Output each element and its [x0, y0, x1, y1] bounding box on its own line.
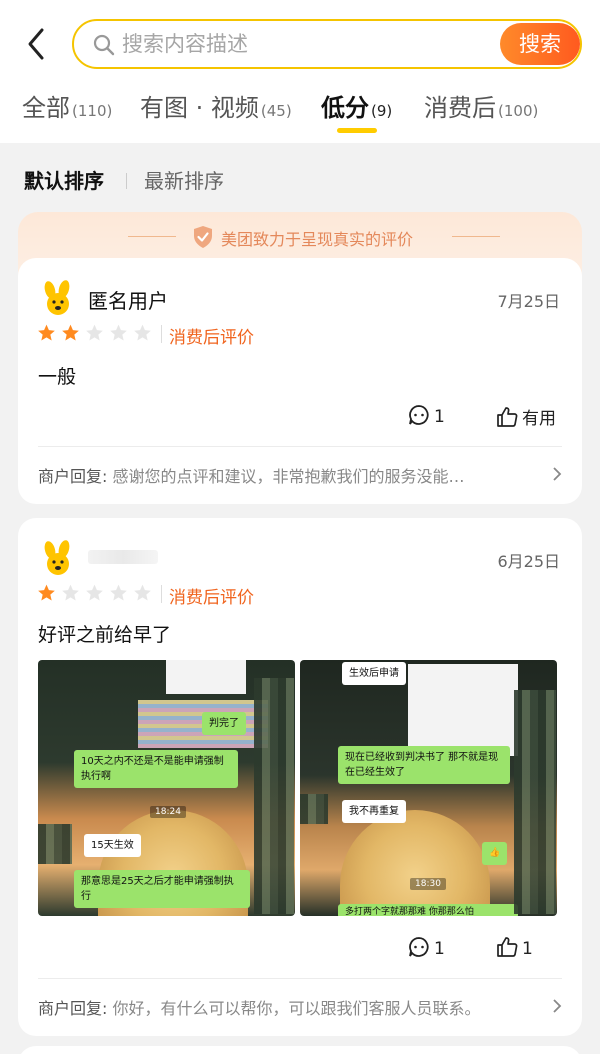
star-empty-icon	[134, 324, 151, 341]
star-empty-icon	[110, 324, 127, 341]
chat-time: 18:24	[150, 806, 186, 818]
star-empty-icon	[134, 584, 151, 601]
chat-bubble: 生效后申请	[342, 662, 406, 685]
tab-all[interactable]: 全部 (110)	[22, 88, 112, 134]
review-date: 6月25日	[497, 552, 560, 571]
chat-bubble: 判完了	[202, 712, 246, 735]
star-empty-icon	[86, 324, 103, 341]
review-card[interactable]: 6月25日 消费后评价 好评之前给早了 判完了 10天之内不还是不是能申请强制执…	[18, 518, 582, 1036]
search-input[interactable]	[122, 29, 482, 59]
comment-count: 1	[434, 407, 445, 427]
notice-line-left	[128, 236, 176, 237]
review-filter-tabs: 全部 (110) 有图 · 视频 (45) 低分 (9) 消费后 (100)	[0, 88, 600, 138]
sort-divider	[126, 173, 127, 189]
notice-line-right	[452, 236, 500, 237]
review-photo[interactable]: 生效后申请 现在已经收到判决书了 那不就是现在已经生效了 我不再重复 👍 18:…	[300, 660, 557, 916]
star-filled-icon	[62, 324, 79, 341]
photo-pixelation	[254, 678, 294, 914]
sort-bar: 默认排序 最新排序	[0, 143, 600, 213]
chat-bubble: 10天之内不还是不是能申请强制执行啊	[74, 750, 238, 788]
avatar	[44, 540, 70, 575]
chat-bubble: 那意思是25天之后才能申请强制执行	[74, 870, 250, 908]
divider	[38, 978, 562, 979]
review-card[interactable]: 匿名用户 7月25日 消费后评价 一般 1 有用 商户回复: 感谢您的点评和建议…	[18, 258, 582, 504]
sort-default[interactable]: 默认排序	[24, 165, 104, 194]
tab-after-consumption[interactable]: 消费后 (100)	[424, 88, 538, 134]
tab-with-photo-video[interactable]: 有图 · 视频 (45)	[140, 88, 292, 134]
review-tag: 消费后评价	[169, 588, 254, 608]
reply-text: 感谢您的点评和建议，非常抱歉我们的服务没能…	[107, 467, 465, 486]
tab-label: 消费后	[424, 94, 496, 122]
review-date: 7月25日	[497, 292, 560, 311]
photo-paper	[408, 664, 518, 756]
tab-low-score[interactable]: 低分 (9)	[321, 88, 392, 134]
top-bar: 搜索 全部(110) 有图 · 视频(45) 低分(9) 消费后(100)	[0, 0, 600, 143]
thumbs-up-sticker: 👍	[482, 842, 508, 865]
user-name: 匿名用户	[88, 289, 168, 313]
tab-count: (110)	[72, 102, 113, 120]
chat-bubble: 我不再重复	[342, 800, 406, 823]
thumbs-up-icon	[497, 407, 518, 427]
avatar	[44, 280, 70, 315]
photo-paper	[166, 660, 246, 694]
useful-label: 有用	[522, 409, 556, 429]
tag-divider	[161, 325, 162, 343]
comment-icon	[409, 937, 429, 957]
chat-bubble: 多打两个字就那那难 你那那么怕	[338, 904, 518, 916]
star-rating	[36, 323, 156, 343]
review-content: 一般	[38, 366, 77, 388]
star-rating	[36, 583, 156, 603]
thumbs-up-icon	[497, 937, 518, 957]
comment-button[interactable]: 1	[408, 404, 445, 427]
review-content: 好评之前给早了	[38, 624, 172, 646]
review-photos: 判完了 10天之内不还是不是能申请强制执行啊 18:24 15天生效 那意思是2…	[38, 660, 558, 916]
photo-hair	[340, 810, 490, 916]
reply-label: 商户回复:	[38, 999, 108, 1018]
merchant-reply[interactable]: 商户回复: 感谢您的点评和建议，非常抱歉我们的服务没能…	[38, 463, 558, 487]
review-card[interactable]	[18, 1046, 582, 1054]
notice-text: 美团致力于呈现真实的评价	[221, 230, 414, 249]
useful-button[interactable]: 1	[496, 936, 533, 959]
search-box[interactable]: 搜索	[72, 19, 582, 69]
active-tab-indicator	[337, 128, 377, 133]
chat-bubble: 15天生效	[84, 834, 141, 857]
chevron-right-icon	[553, 999, 562, 1013]
chevron-right-icon	[553, 467, 562, 481]
photo-pixelation	[514, 690, 556, 914]
star-filled-icon	[38, 324, 55, 341]
tab-label: 有图 · 视频	[140, 94, 259, 122]
star-empty-icon	[86, 584, 103, 601]
divider	[38, 446, 562, 447]
tab-count: (9)	[371, 102, 393, 120]
reply-text: 你好，有什么可以帮你，可以跟我们客服人员联系。	[107, 999, 481, 1018]
review-tag: 消费后评价	[169, 328, 254, 348]
useful-count: 1	[522, 939, 533, 959]
tag-divider	[161, 585, 162, 603]
review-photo[interactable]: 判完了 10天之内不还是不是能申请强制执行啊 18:24 15天生效 那意思是2…	[38, 660, 295, 916]
comment-count: 1	[434, 939, 445, 959]
merchant-reply[interactable]: 商户回复: 你好，有什么可以帮你，可以跟我们客服人员联系。	[38, 995, 558, 1019]
star-empty-icon	[62, 584, 79, 601]
photo-pixelation	[38, 824, 72, 864]
tab-label: 低分	[321, 94, 369, 122]
user-name-blurred	[88, 550, 158, 564]
star-empty-icon	[110, 584, 127, 601]
tab-count: (45)	[260, 102, 292, 120]
star-filled-icon	[38, 584, 55, 601]
sort-latest[interactable]: 最新排序	[144, 165, 224, 194]
back-arrow-icon[interactable]	[20, 24, 52, 64]
photo-pixelation	[300, 794, 328, 824]
comment-icon	[409, 405, 429, 425]
chat-bubble: 现在已经收到判决书了 那不就是现在已经生效了	[338, 746, 510, 784]
useful-button[interactable]: 有用	[496, 404, 556, 429]
chat-time: 18:30	[410, 878, 446, 890]
tab-count: (100)	[498, 102, 539, 120]
search-button[interactable]: 搜索	[500, 23, 580, 65]
comment-button[interactable]: 1	[408, 936, 445, 959]
tab-label: 全部	[22, 94, 70, 122]
search-icon	[93, 34, 115, 56]
reply-label: 商户回复:	[38, 467, 108, 486]
shield-check-icon	[194, 226, 212, 248]
